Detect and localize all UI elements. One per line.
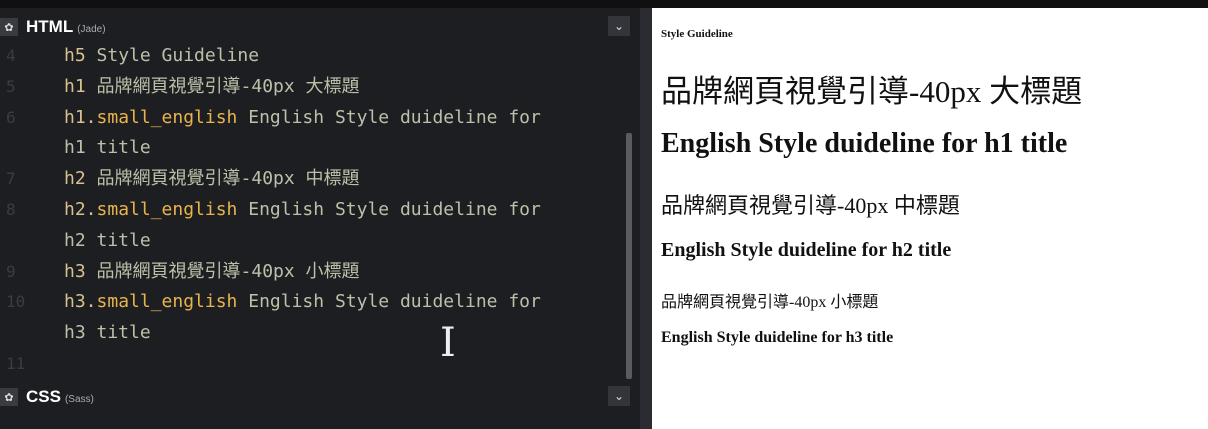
line-number: 8 (6, 200, 16, 219)
preview-h5: Style Guideline (661, 28, 733, 40)
code-text: h2.small_english English Style duideline… (64, 194, 541, 225)
code-content: h2 title (64, 229, 151, 251)
preview-h3-en: English Style duideline for h3 title (661, 329, 894, 346)
gear-icon[interactable]: ✿ (0, 18, 18, 36)
code-text: h2 品牌網頁視覺引導-40px 中標題 (64, 163, 360, 194)
code-tag: h5 (64, 45, 86, 66)
code-tag: h1. (64, 106, 97, 128)
preview-pane: Style Guideline 品牌網頁視覺引導-40px 大標題 Englis… (652, 8, 1208, 429)
code-content: h3 title (64, 322, 151, 344)
preview-h1-zh: 品牌網頁視覺引導-40px 大標題 (661, 74, 1083, 109)
pane-title: CSS (26, 387, 61, 406)
code-text: h1 title (64, 132, 151, 163)
line-number: 5 (6, 76, 16, 96)
line-number: 11 (6, 354, 26, 373)
html-code-editor[interactable]: 4 h5 Style Guideline 5 h1 品牌網頁視覺引導-40px 大標題… (0, 44, 626, 380)
code-class: small_english (96, 106, 238, 128)
pane-subtitle: (Jade) (77, 23, 106, 35)
preview-h2-zh: 品牌網頁視覺引導-40px 中標題 (661, 193, 960, 218)
text-cursor-icon: I (440, 320, 456, 366)
resize-handle[interactable] (640, 8, 652, 429)
code-class: small_english (96, 199, 238, 220)
chevron-down-icon[interactable]: ⌄ (608, 16, 630, 36)
code-tag: h3. (64, 291, 97, 313)
code-content: h1 title (64, 137, 151, 159)
top-bar (0, 0, 1208, 8)
line-number: 7 (6, 169, 16, 189)
code-text: h2 title (64, 225, 151, 256)
code-tag: h2. (64, 199, 97, 220)
code-tag: h1 (64, 75, 86, 97)
code-text: h5 Style Guideline (64, 44, 259, 71)
code-content: 品牌網頁視覺引導-40px 小標題 (85, 260, 360, 282)
preview-h1-en: English Style duideline for h1 title (661, 128, 1068, 159)
code-content: 品牌網頁視覺引導-40px 大標題 (85, 75, 360, 97)
chevron-down-icon[interactable]: ⌄ (608, 386, 630, 406)
code-text: h3.small_english English Style duideline… (64, 286, 541, 317)
preview-h3-zh: 品牌網頁視覺引導-40px 小標題 (661, 294, 879, 311)
line-number: 10 (6, 292, 26, 312)
code-content: English Style duideline for (237, 199, 541, 220)
line-number: 9 (6, 261, 16, 281)
code-content: Style Guideline (85, 45, 260, 66)
pane-subtitle: (Sass) (64, 393, 94, 405)
code-class: small_english (96, 291, 238, 313)
pane-title: HTML (26, 17, 74, 36)
code-content: 品牌網頁視覺引導-40px 中標題 (85, 168, 360, 190)
css-pane-header: ✿ CSS (Sass) ⌄ (0, 382, 640, 412)
scrollbar[interactable] (626, 133, 632, 379)
editor-column: ✿ HTML (Jade) ⌄ 4 h5 Style Guideline 5 h1 品… (0, 8, 640, 429)
code-text: h3 品牌網頁視覺引導-40px 小標題 (64, 256, 360, 287)
code-tag: h2 (64, 168, 86, 190)
line-number: 4 (6, 46, 16, 65)
code-content: English Style duideline for (237, 106, 541, 128)
code-text: h1.small_english English Style duideline… (64, 102, 541, 133)
code-content: English Style duideline for (237, 291, 541, 313)
code-text: h1 品牌網頁視覺引導-40px 大標題 (64, 71, 360, 102)
html-pane-header: ✿ HTML (Jade) ⌄ (0, 12, 640, 42)
code-tag: h3 (64, 260, 86, 282)
gear-icon[interactable]: ✿ (0, 388, 18, 406)
line-number: 6 (6, 107, 16, 127)
preview-h2-en: English Style duideline for h2 title (661, 239, 952, 261)
code-text: h3 title (64, 317, 151, 348)
